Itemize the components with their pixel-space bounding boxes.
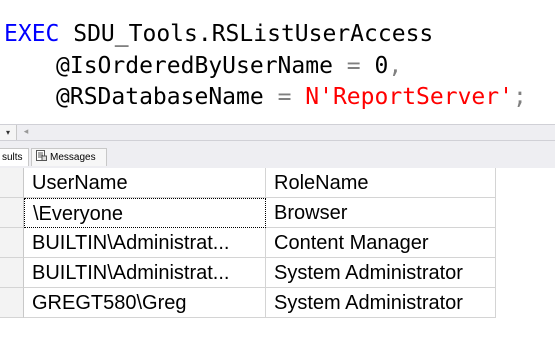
param-value: N'ReportServer' <box>305 84 513 110</box>
exec-keyword: EXEC <box>4 21 60 47</box>
semicolon: ; <box>512 84 527 110</box>
procedure-name: SDU_Tools.RSListUserAccess <box>59 21 434 47</box>
grid-corner[interactable] <box>0 168 24 198</box>
row-header[interactable] <box>0 228 24 258</box>
row-header[interactable] <box>0 198 24 228</box>
zoom-dropdown-icon[interactable]: ▾ <box>0 125 17 140</box>
table-cell-rolename[interactable]: System Administrator <box>266 258 496 288</box>
equals-operator: = <box>263 84 306 110</box>
messages-icon <box>36 150 47 161</box>
tab-messages-label: Messages <box>50 152 96 163</box>
code-line-2: @IsOrderedByUserName = 0, <box>56 50 402 82</box>
scroll-left-icon[interactable]: ◂ <box>20 125 32 140</box>
param-name: @RSDatabaseName <box>56 84 264 110</box>
code-line-1: EXEC SDU_Tools.RSListUserAccess <box>4 18 433 50</box>
column-header-rolename[interactable]: RoleName <box>266 168 496 198</box>
table-cell-username[interactable]: \Everyone <box>24 198 266 228</box>
row-header[interactable] <box>0 258 24 288</box>
param-value: 0 <box>374 53 389 79</box>
results-grid[interactable]: UserName RoleName \Everyone Browser BUIL… <box>0 168 555 339</box>
row-header[interactable] <box>0 288 24 318</box>
table-cell-username[interactable]: BUILTIN\Administrat... <box>24 228 266 258</box>
results-tab-strip: sults Messages <box>0 141 555 168</box>
equals-operator: = <box>332 53 375 79</box>
code-line-3: @RSDatabaseName = N'ReportServer'; <box>56 81 527 113</box>
tab-messages[interactable]: Messages <box>31 148 107 166</box>
table-cell-rolename[interactable]: System Administrator <box>266 288 496 318</box>
table-cell-rolename[interactable]: Content Manager <box>266 228 496 258</box>
table-cell-username[interactable]: GREGT580\Greg <box>24 288 266 318</box>
tab-results[interactable]: sults <box>0 148 29 166</box>
column-header-username[interactable]: UserName <box>24 168 266 198</box>
comma: , <box>388 53 403 79</box>
table-cell-rolename[interactable]: Browser <box>266 198 496 228</box>
table-cell-username[interactable]: BUILTIN\Administrat... <box>24 258 266 288</box>
param-name: @IsOrderedByUserName <box>56 53 333 79</box>
tab-results-label: sults <box>2 152 23 163</box>
editor-horizontal-scrollbar[interactable]: ▾ ◂ <box>0 124 555 141</box>
query-editor[interactable]: EXEC SDU_Tools.RSListUserAccess @IsOrder… <box>0 0 555 122</box>
